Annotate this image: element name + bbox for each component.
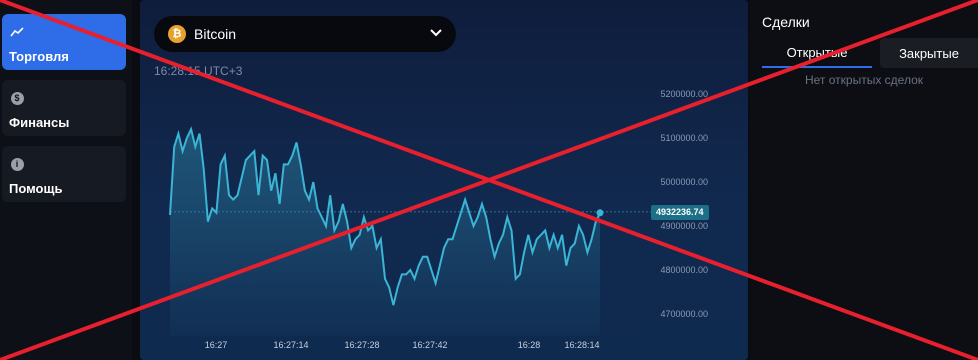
current-price-dot	[596, 209, 604, 217]
price-area	[170, 129, 600, 336]
current-price-label: 4932236.74	[651, 205, 709, 220]
x-tick-label: 16:27:42	[412, 340, 447, 350]
chart-panel: 5200000.00 5100000.00 5000000.00 4900000.00…	[140, 0, 748, 360]
sidebar-item-finances[interactable]: $ Финансы	[2, 80, 126, 136]
deals-panel: Сделки Открытые Закрытые Нет открытых сд…	[750, 0, 978, 360]
chevron-down-icon	[430, 29, 442, 37]
info-icon: i	[9, 156, 25, 172]
x-tick-label: 16:27	[205, 340, 228, 350]
tab-open-deals[interactable]: Открытые	[762, 38, 872, 68]
x-tick-label: 16:27:28	[344, 340, 379, 350]
bitcoin-icon: ₿	[168, 25, 186, 43]
server-time: 16:28:15 UTC+3	[154, 64, 243, 78]
y-tick-label: 4800000.00	[660, 265, 708, 275]
x-tick-label: 16:28	[518, 340, 541, 350]
dollar-icon: $	[9, 90, 25, 106]
empty-deals-message: Нет открытых сделок	[804, 73, 924, 87]
y-tick-label: 4900000.00	[660, 221, 708, 231]
sidebar: Торговля $ Финансы i Помощь	[0, 0, 132, 360]
y-tick-label: 5000000.00	[660, 177, 708, 187]
x-tick-label: 16:28:14	[564, 340, 599, 350]
price-chart: 5200000.00 5100000.00 5000000.00 4900000.00…	[169, 89, 708, 350]
sidebar-item-trading[interactable]: Торговля	[2, 14, 126, 70]
sidebar-item-label: Финансы	[9, 115, 70, 130]
sidebar-item-label: Помощь	[9, 181, 63, 196]
sidebar-item-label: Торговля	[9, 49, 69, 64]
asset-selector[interactable]: ₿ Bitcoin	[154, 16, 456, 52]
chart-line-icon	[9, 24, 25, 40]
tab-closed-deals[interactable]: Закрытые	[880, 38, 978, 68]
y-tick-label: 5200000.00	[660, 89, 708, 99]
y-tick-label: 4700000.00	[660, 309, 708, 319]
x-tick-label: 16:27:14	[273, 340, 308, 350]
asset-name: Bitcoin	[194, 26, 237, 42]
sidebar-item-help[interactable]: i Помощь	[2, 146, 126, 202]
deals-title: Сделки	[762, 14, 810, 30]
y-tick-label: 5100000.00	[660, 133, 708, 143]
